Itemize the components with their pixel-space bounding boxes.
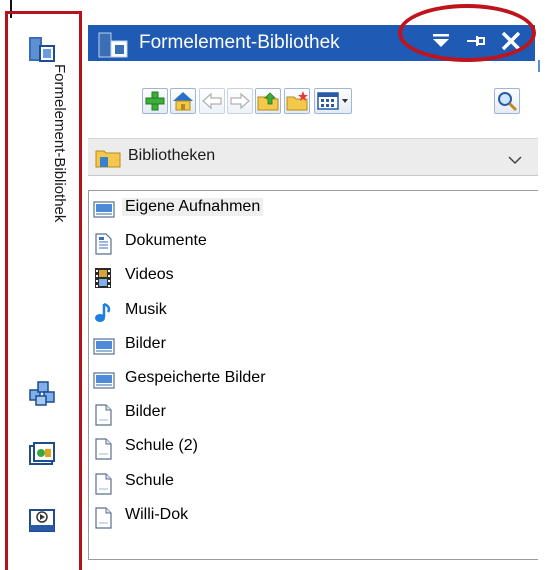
- blank-file-icon: [93, 472, 113, 495]
- location-selected-value: Bibliotheken: [128, 147, 216, 164]
- libraries-folder-icon: [95, 146, 121, 168]
- list-item-label: Dokumente: [125, 232, 207, 250]
- list-item[interactable]: Schule (2): [92, 434, 532, 462]
- home-icon: [173, 92, 193, 111]
- image-file-icon: [93, 199, 115, 219]
- shapes-panel-icon[interactable]: [27, 378, 57, 408]
- up-folder-button[interactable]: [255, 88, 281, 114]
- image-file-icon: [93, 370, 115, 390]
- list-item-label: Bilder: [125, 334, 166, 352]
- chevron-down-icon[interactable]: [508, 152, 522, 170]
- library-title-icon: [98, 32, 130, 58]
- view-grid-icon: [317, 92, 348, 110]
- folder-up-icon: [257, 92, 279, 111]
- music-note-icon: [93, 302, 113, 322]
- list-item-label: Videos: [125, 266, 174, 284]
- pictures-panel-icon[interactable]: [27, 440, 57, 470]
- list-item-label: Bilder: [125, 403, 166, 421]
- back-button[interactable]: [199, 88, 225, 114]
- list-item[interactable]: Musik: [92, 298, 532, 326]
- library-panel-icon[interactable]: [27, 34, 57, 64]
- plus-icon: [145, 91, 165, 111]
- highlight-oval-title-buttons: [398, 4, 536, 62]
- list-item-label: Musik: [125, 300, 167, 318]
- image-file-icon: [93, 336, 115, 356]
- blank-file-icon: [93, 404, 113, 426]
- blank-file-icon: [93, 507, 113, 529]
- list-item[interactable]: Eigene Aufnahmen: [92, 195, 532, 223]
- list-item[interactable]: Bilder: [92, 400, 532, 428]
- list-item[interactable]: Bilder: [92, 332, 532, 360]
- list-item-label: Eigene Aufnahmen: [122, 198, 264, 216]
- add-button[interactable]: [142, 88, 168, 114]
- forward-button[interactable]: [227, 88, 253, 114]
- list-item-label: Schule (2): [125, 437, 198, 455]
- arrow-left-icon: [202, 92, 222, 110]
- panel-edge-tick: [538, 60, 540, 72]
- highlight-frame-left: [5, 11, 82, 570]
- list-item-label: Gespeicherte Bilder: [125, 369, 266, 386]
- list-item-label: Schule: [125, 471, 174, 489]
- home-button[interactable]: [170, 88, 196, 114]
- list-item[interactable]: Gespeicherte Bilder: [92, 366, 532, 394]
- view-options-button[interactable]: [314, 88, 352, 114]
- media-panel-icon[interactable]: [27, 505, 57, 535]
- side-tab-label[interactable]: Formelement-Bibliothek: [48, 64, 68, 364]
- new-folder-icon: [286, 91, 308, 111]
- panel-title: Formelement-Bibliothek: [139, 32, 340, 53]
- search-button[interactable]: [494, 88, 520, 114]
- document-icon: [93, 233, 113, 255]
- new-folder-button[interactable]: [284, 88, 310, 114]
- blank-file-icon: [93, 438, 113, 460]
- film-icon: [93, 267, 113, 289]
- arrow-right-icon: [230, 92, 250, 110]
- search-icon: [498, 92, 518, 112]
- toolbar-separator: [358, 88, 362, 114]
- list-item[interactable]: Willi-Dok: [92, 503, 532, 531]
- list-item[interactable]: Schule: [92, 469, 532, 497]
- list-item[interactable]: Dokumente: [92, 229, 532, 257]
- list-item[interactable]: Videos: [92, 263, 532, 291]
- list-item-label: Willi-Dok: [125, 505, 189, 523]
